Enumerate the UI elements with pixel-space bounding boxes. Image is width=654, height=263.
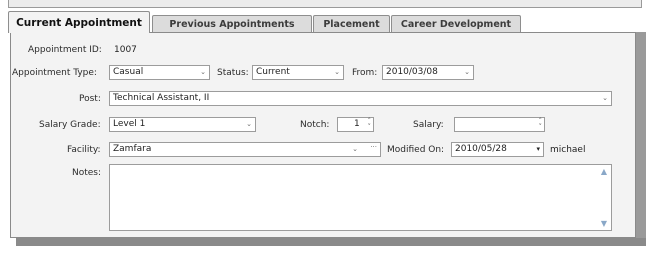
spinner-icon[interactable]: ˄ ˅ bbox=[368, 118, 372, 131]
chevron-down-icon: ⌄ bbox=[464, 68, 470, 76]
from-label: From: bbox=[352, 68, 378, 78]
tab-placement[interactable]: Placement bbox=[313, 15, 390, 32]
scroll-down-icon[interactable]: ▼ bbox=[601, 219, 607, 228]
tab-label: Previous Appointments bbox=[169, 18, 295, 30]
from-date-value: 2010/03/08 bbox=[386, 67, 438, 77]
facility-value: Zamfara bbox=[113, 144, 152, 154]
notes-label: Notes: bbox=[72, 168, 102, 178]
window-frame-top bbox=[8, 0, 642, 8]
more-options-button[interactable]: ··· bbox=[370, 143, 377, 151]
appointment-id-value: 1007 bbox=[114, 45, 137, 55]
appointment-type-select[interactable]: Casual ⌄ bbox=[109, 65, 210, 80]
status-value: Current bbox=[256, 67, 290, 77]
post-value: Technical Assistant, II bbox=[113, 93, 210, 103]
appointment-id-label: Appointment ID: bbox=[28, 45, 102, 55]
tab-previous-appointments[interactable]: Previous Appointments bbox=[152, 15, 312, 32]
salary-grade-value: Level 1 bbox=[113, 119, 146, 129]
chevron-down-icon[interactable]: ⌄ bbox=[352, 145, 358, 153]
tab-career-development[interactable]: Career Development bbox=[391, 15, 521, 32]
tab-current-appointment[interactable]: Current Appointment bbox=[8, 11, 150, 33]
salary-spinner[interactable]: ˄ ˅ bbox=[454, 117, 545, 132]
salary-grade-label: Salary Grade: bbox=[39, 120, 101, 130]
salary-label: Salary: bbox=[413, 120, 444, 130]
panel-shadow bbox=[636, 32, 646, 246]
notch-spinner[interactable]: 1 ˄ ˅ bbox=[337, 117, 374, 132]
chevron-down-icon: ⌄ bbox=[246, 120, 252, 128]
tab-bar: Current Appointment Previous Appointment… bbox=[8, 11, 648, 33]
spinner-icon[interactable]: ˄ ˅ bbox=[539, 118, 543, 131]
tab-label: Career Development bbox=[400, 18, 512, 30]
status-select[interactable]: Current ⌄ bbox=[252, 65, 344, 80]
chevron-down-icon: ⌄ bbox=[200, 68, 206, 76]
post-select[interactable]: Technical Assistant, II ⌄ bbox=[109, 91, 612, 106]
notch-label: Notch: bbox=[300, 120, 330, 130]
tab-label: Placement bbox=[323, 18, 380, 30]
notes-textarea[interactable]: ▲ ▼ bbox=[109, 164, 612, 231]
status-label: Status: bbox=[217, 68, 249, 78]
chevron-down-icon: ▾ bbox=[536, 145, 540, 153]
tab-label: Current Appointment bbox=[16, 16, 142, 29]
scroll-up-icon[interactable]: ▲ bbox=[601, 167, 607, 176]
notch-value: 1 bbox=[354, 119, 360, 129]
modified-on-select[interactable]: 2010/05/28 ▾ bbox=[451, 142, 544, 157]
facility-select[interactable]: Zamfara ⌄ ··· bbox=[109, 142, 381, 157]
modified-by: michael bbox=[550, 145, 586, 155]
appointment-type-label: Appointment Type: bbox=[12, 68, 97, 78]
facility-label: Facility: bbox=[67, 145, 101, 155]
modified-on-value: 2010/05/28 bbox=[455, 144, 507, 154]
appointment-type-value: Casual bbox=[113, 67, 144, 77]
modified-on-label: Modified On: bbox=[387, 145, 445, 155]
salary-grade-select[interactable]: Level 1 ⌄ bbox=[109, 117, 256, 132]
from-date-select[interactable]: 2010/03/08 ⌄ bbox=[382, 65, 474, 80]
chevron-down-icon: ⌄ bbox=[334, 68, 340, 76]
post-label: Post: bbox=[79, 94, 101, 104]
panel-shadow bbox=[16, 238, 646, 246]
chevron-down-icon: ⌄ bbox=[602, 94, 608, 102]
